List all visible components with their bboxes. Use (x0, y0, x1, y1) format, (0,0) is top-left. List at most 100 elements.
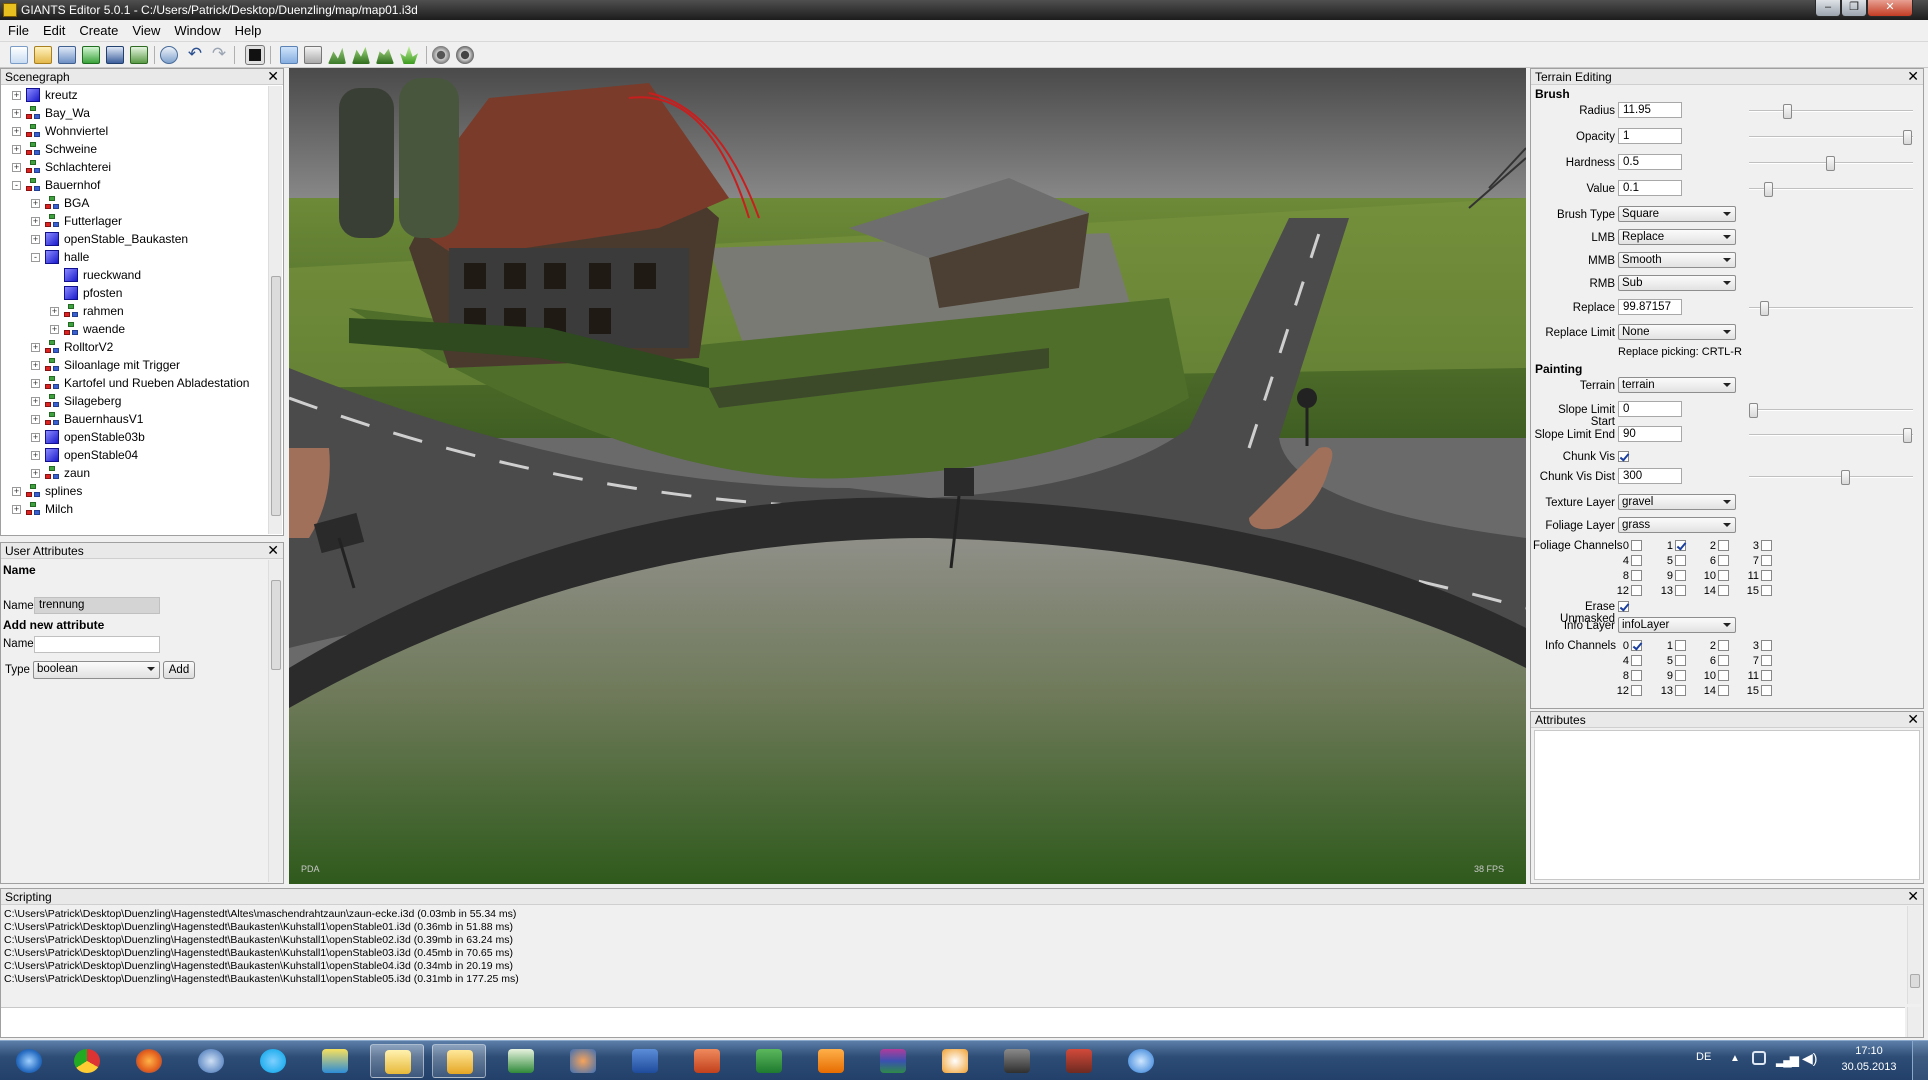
expand-icon[interactable]: + (31, 343, 40, 352)
hardness-slider[interactable] (1749, 156, 1913, 171)
show-desktop-button[interactable] (1912, 1041, 1928, 1080)
value-slider[interactable] (1749, 182, 1913, 197)
tree-item[interactable]: + openStable04 (1, 446, 267, 464)
tree-item[interactable]: + Kartofel und Rueben Abladestation (1, 374, 267, 392)
channel-checkbox[interactable] (1675, 640, 1686, 651)
tree-item[interactable]: + kreutz (1, 86, 267, 104)
menu-edit[interactable]: Edit (35, 20, 71, 38)
chunk-vis-checkbox[interactable] (1618, 451, 1629, 462)
expand-icon[interactable]: + (50, 307, 59, 316)
taskbar-app-button[interactable] (804, 1044, 858, 1078)
collapse-icon[interactable]: - (12, 181, 21, 190)
taskbar-app-button[interactable] (742, 1044, 796, 1078)
user-attributes-scrollbar[interactable] (268, 560, 282, 882)
replace-slider[interactable] (1749, 301, 1913, 316)
channel-checkbox[interactable] (1631, 555, 1642, 566)
channel-checkbox[interactable] (1761, 670, 1772, 681)
expand-icon[interactable]: + (31, 451, 40, 460)
expand-icon[interactable]: + (12, 163, 21, 172)
save-as-icon[interactable] (106, 46, 124, 64)
taskbar-app-button[interactable] (618, 1044, 672, 1078)
stop-icon[interactable] (245, 45, 265, 65)
info-layer-select[interactable]: infoLayer (1618, 617, 1736, 633)
channel-checkbox[interactable] (1718, 640, 1729, 651)
terrain-smooth-icon[interactable] (376, 48, 394, 64)
taskbar-app-button[interactable] (122, 1044, 176, 1078)
menu-view[interactable]: View (124, 20, 166, 38)
tree-item[interactable]: + zaun (1, 464, 267, 482)
tree-item[interactable]: + BGA (1, 194, 267, 212)
expand-icon[interactable]: + (12, 505, 21, 514)
tree-item[interactable]: + BauernhausV1 (1, 410, 267, 428)
chunk-vis-dist-slider[interactable] (1749, 470, 1913, 485)
close-icon[interactable]: ✕ (267, 69, 279, 84)
channel-checkbox[interactable] (1631, 655, 1642, 666)
new-icon[interactable] (10, 46, 28, 64)
close-icon[interactable]: ✕ (1907, 712, 1919, 727)
radius-field[interactable]: 11.95 (1618, 102, 1682, 118)
tree-item[interactable]: + Wohnviertel (1, 122, 267, 140)
mmb-select[interactable]: Smooth (1618, 252, 1736, 268)
channel-checkbox[interactable] (1761, 540, 1772, 551)
move-tool-icon[interactable] (304, 46, 322, 64)
camera-settings-icon[interactable] (456, 46, 474, 64)
channel-checkbox[interactable] (1675, 670, 1686, 681)
volume-icon[interactable]: ◀) (1802, 1050, 1817, 1067)
expand-icon[interactable]: + (31, 235, 40, 244)
taskbar-app-button[interactable] (1114, 1044, 1168, 1078)
tree-item[interactable]: - Bauernhof (1, 176, 267, 194)
terrain-paint-icon[interactable] (352, 46, 370, 64)
tree-item[interactable]: + RolltorV2 (1, 338, 267, 356)
select-tool-icon[interactable] (280, 46, 298, 64)
script-input-scrollbar[interactable] (1907, 1007, 1921, 1037)
undo-icon[interactable]: ↶ (186, 45, 204, 64)
taskbar-app-button[interactable] (494, 1044, 548, 1078)
taskbar-app-button[interactable] (680, 1044, 734, 1078)
channel-checkbox[interactable] (1718, 570, 1729, 581)
channel-checkbox[interactable] (1718, 685, 1729, 696)
start-button[interactable] (2, 1044, 56, 1078)
channel-checkbox[interactable] (1631, 640, 1642, 651)
opacity-field[interactable]: 1 (1618, 128, 1682, 144)
terrain-layer-select[interactable]: terrain (1618, 377, 1736, 393)
open-icon[interactable] (34, 46, 52, 64)
tree-item[interactable]: + Silageberg (1, 392, 267, 410)
channel-checkbox[interactable] (1631, 585, 1642, 596)
taskbar-app-button[interactable] (866, 1044, 920, 1078)
value-field[interactable]: 0.1 (1618, 180, 1682, 196)
menu-help[interactable]: Help (227, 20, 268, 38)
slider-handle[interactable] (1903, 428, 1912, 443)
texture-layer-select[interactable]: gravel (1618, 494, 1736, 510)
channel-checkbox[interactable] (1761, 640, 1772, 651)
close-icon[interactable]: ✕ (1907, 889, 1919, 904)
expand-icon[interactable]: + (12, 109, 21, 118)
slider-handle[interactable] (1826, 156, 1835, 171)
expand-icon[interactable]: + (31, 397, 40, 406)
expand-icon[interactable]: + (31, 217, 40, 226)
slider-handle[interactable] (1749, 403, 1758, 418)
expand-icon[interactable]: + (31, 199, 40, 208)
expand-icon[interactable]: + (31, 415, 40, 424)
expand-icon[interactable]: + (31, 361, 40, 370)
camera-icon[interactable] (432, 46, 450, 64)
expand-icon[interactable]: + (12, 91, 21, 100)
clock-date[interactable]: 30.05.2013 (1838, 1061, 1900, 1073)
channel-checkbox[interactable] (1631, 540, 1642, 551)
erase-unmasked-checkbox[interactable] (1618, 601, 1629, 612)
tree-item[interactable]: + Futterlager (1, 212, 267, 230)
save-all-icon[interactable] (130, 46, 148, 64)
channel-checkbox[interactable] (1761, 570, 1772, 581)
slope-end-field[interactable]: 90 (1618, 426, 1682, 442)
tray-device-icon[interactable] (1752, 1051, 1766, 1065)
tree-item[interactable]: - halle (1, 248, 267, 266)
tree-item[interactable]: rueckwand (1, 266, 267, 284)
lmb-select[interactable]: Replace (1618, 229, 1736, 245)
scroll-thumb[interactable] (271, 276, 281, 516)
taskbar-app-button[interactable] (432, 1044, 486, 1078)
slope-start-slider[interactable] (1749, 403, 1913, 418)
save-icon[interactable] (58, 46, 76, 64)
clock-time[interactable]: 17:10 (1844, 1045, 1894, 1057)
maximize-button[interactable]: ❐ (1841, 0, 1867, 17)
brush-type-select[interactable]: Square (1618, 206, 1736, 222)
tree-item[interactable]: + Milch (1, 500, 267, 518)
